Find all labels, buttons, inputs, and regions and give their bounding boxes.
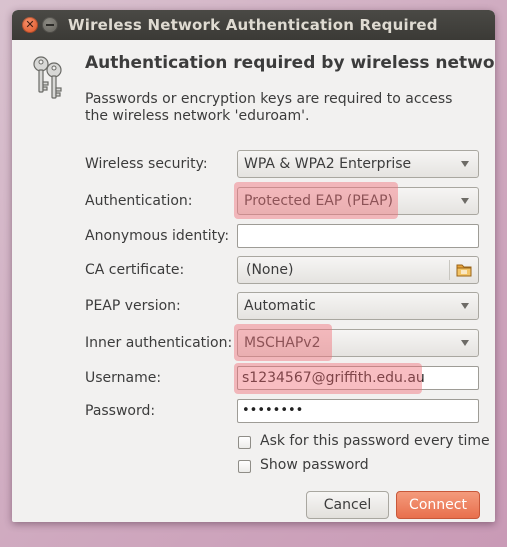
keys-icon	[33, 56, 62, 99]
show-password-label[interactable]: Show password	[260, 457, 369, 473]
window-title: Wireless Network Authentication Required	[68, 16, 438, 34]
password-label: Password:	[85, 403, 156, 419]
auth-dialog-window: ✕ Wireless Network Authentication Requir…	[12, 10, 495, 522]
peap-version-label: PEAP version:	[85, 298, 181, 314]
inner-authentication-label: Inner authentication:	[85, 335, 233, 351]
ask-password-checkbox[interactable]	[238, 436, 251, 449]
ca-certificate-chooser[interactable]: (None)	[237, 256, 479, 284]
chooser-separator	[449, 260, 450, 280]
titlebar: ✕ Wireless Network Authentication Requir…	[12, 10, 495, 40]
inner-authentication-highlight	[234, 324, 332, 361]
peap-version-select[interactable]: Automatic	[237, 292, 479, 320]
authentication-highlight	[234, 182, 398, 219]
cancel-button[interactable]: Cancel	[306, 491, 389, 519]
dialog-description: Passwords or encryption keys are require…	[85, 91, 453, 124]
wireless-security-select[interactable]: WPA & WPA2 Enterprise	[237, 150, 479, 178]
anonymous-identity-field[interactable]	[237, 224, 479, 248]
peap-version-value: Automatic	[244, 298, 316, 314]
anonymous-identity-label: Anonymous identity:	[85, 228, 230, 244]
chevron-down-icon	[461, 303, 469, 309]
password-field[interactable]: ••••••••	[237, 399, 479, 423]
chevron-down-icon	[461, 340, 469, 346]
chevron-down-icon	[461, 161, 469, 167]
dialog-heading: Authentication required by wireless netw…	[85, 53, 495, 73]
username-highlight	[234, 363, 422, 394]
authentication-label: Authentication:	[85, 193, 193, 209]
wireless-security-label: Wireless security:	[85, 156, 208, 172]
chevron-down-icon	[461, 198, 469, 204]
ca-certificate-value: (None)	[246, 262, 294, 278]
ask-password-label[interactable]: Ask for this password every time	[260, 433, 490, 449]
ca-certificate-label: CA certificate:	[85, 262, 185, 278]
username-label: Username:	[85, 370, 162, 386]
minimize-icon[interactable]	[42, 17, 58, 33]
close-icon[interactable]: ✕	[22, 17, 38, 33]
wireless-security-value: WPA & WPA2 Enterprise	[244, 156, 412, 172]
show-password-checkbox[interactable]	[238, 460, 251, 473]
connect-button[interactable]: Connect	[396, 491, 480, 519]
folder-icon	[456, 264, 472, 277]
